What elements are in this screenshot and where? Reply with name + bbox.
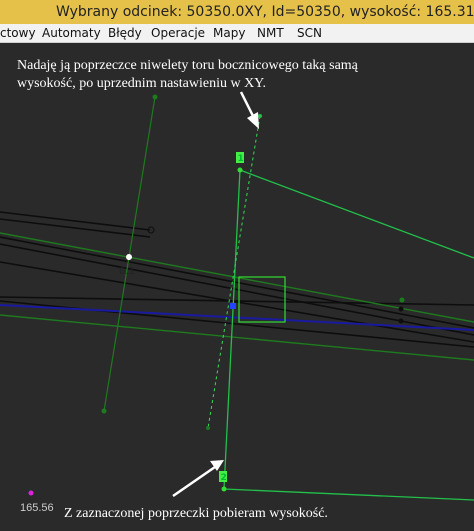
track-lines-green [0, 232, 474, 361]
annotation-top-line1: Nadaję ją poprzeczce niwelety toru boczn… [17, 58, 359, 73]
transverse-left-bottom-point [101, 408, 107, 414]
marker-2[interactable]: 2 [219, 471, 227, 483]
dashed-line-bottom-point [206, 426, 210, 430]
transverse-left-top-point [152, 94, 158, 100]
dashed-line-top-point [258, 114, 262, 118]
menu-bar: ctowy Automaty Błędy Operacje Mapy NMT S… [0, 24, 474, 43]
right-point-black-2 [398, 318, 404, 324]
title-bar: Wybrany odcinek: 50350.0XY, Id=50350, wy… [0, 0, 474, 24]
map-canvas[interactable]: 0.1 1 2 165.56 Nadaję ją poprzeczce niwe… [0, 43, 474, 531]
annotation-top-line2: wysokość, po uprzednim nastawieniu w XY. [17, 76, 266, 91]
right-point-black-1 [398, 306, 404, 312]
arrow-top [239, 91, 259, 129]
point-label-0-1: 0.1 [119, 266, 135, 277]
marker-1[interactable]: 1 [236, 152, 244, 164]
svg-text:2: 2 [221, 473, 227, 483]
dashed-cross-line [207, 115, 261, 429]
menu-item-scn[interactable]: SCN [297, 25, 322, 41]
menu-item-wektorowy[interactable]: ctowy [0, 25, 36, 41]
menu-item-bledy[interactable]: Błędy [108, 25, 142, 41]
menu-item-operacje[interactable]: Operacje [151, 25, 205, 41]
menu-item-nmt[interactable]: NMT [257, 25, 284, 41]
menu-item-automaty[interactable]: Automaty [42, 25, 101, 41]
annotation-bottom: Z zaznaczonej poprzeczki pobieram wysoko… [64, 506, 328, 521]
elevation-label: 165.56 [20, 502, 54, 514]
svg-text:1: 1 [238, 154, 244, 164]
elevation-point[interactable] [28, 490, 34, 496]
right-point-green [399, 297, 405, 303]
menu-item-mapy[interactable]: Mapy [213, 25, 245, 41]
window-title: Wybrany odcinek: 50350.0XY, Id=50350, wy… [56, 4, 474, 20]
marker-2-point [221, 486, 227, 492]
blue-node[interactable] [230, 303, 236, 309]
arrow-bottom [172, 460, 224, 498]
marker-1-point [237, 167, 243, 173]
track-point-white[interactable] [126, 254, 132, 260]
